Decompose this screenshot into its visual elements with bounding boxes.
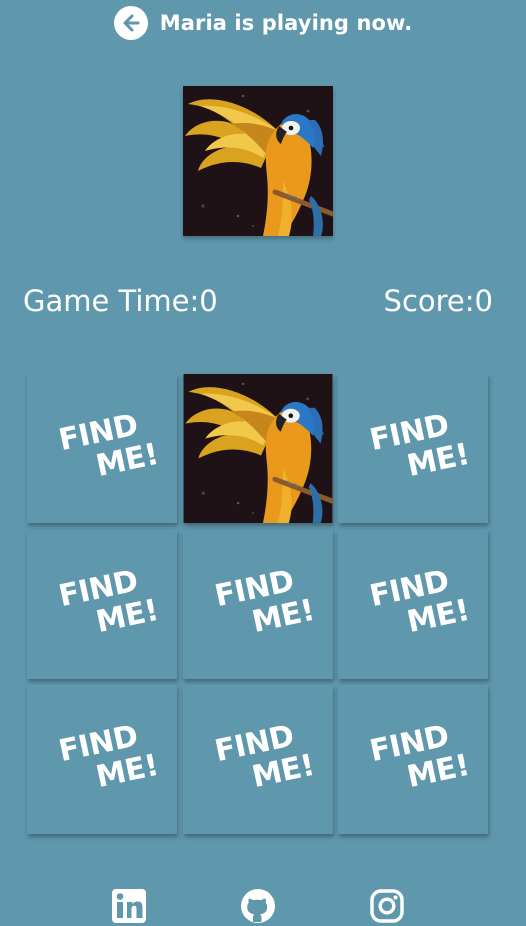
github-icon[interactable] bbox=[240, 888, 276, 924]
target-image bbox=[183, 86, 333, 236]
arrow-left-circle-icon bbox=[123, 14, 140, 32]
card[interactable]: FIND ME! bbox=[338, 374, 488, 523]
header-title: Maria is playing now. bbox=[159, 11, 413, 35]
game-time: Game Time:0 bbox=[23, 284, 218, 318]
card[interactable]: FIND ME! bbox=[27, 374, 177, 523]
card[interactable]: FIND ME! bbox=[183, 530, 333, 679]
parrot-image bbox=[183, 374, 333, 523]
find-me-label: FIND ME! bbox=[366, 406, 473, 484]
card[interactable]: FIND ME! bbox=[338, 530, 488, 679]
find-me-label: FIND ME! bbox=[366, 562, 473, 640]
footer bbox=[0, 882, 526, 926]
find-me-label: FIND ME! bbox=[55, 562, 162, 640]
find-me-label: FIND ME! bbox=[211, 562, 318, 640]
card[interactable]: FIND ME! bbox=[183, 685, 333, 834]
find-me-label: FIND ME! bbox=[55, 717, 162, 795]
header: Maria is playing now. bbox=[0, 0, 526, 46]
score-value: 0 bbox=[474, 284, 493, 318]
card[interactable]: FIND ME! bbox=[27, 530, 177, 679]
find-me-label: FIND ME! bbox=[55, 406, 162, 484]
score-label: Score: bbox=[383, 284, 475, 318]
find-me-label: FIND ME! bbox=[366, 717, 473, 795]
card-revealed[interactable] bbox=[183, 374, 333, 523]
linkedin-icon[interactable] bbox=[111, 888, 147, 924]
score: Score:0 bbox=[384, 284, 493, 318]
back-button[interactable] bbox=[113, 6, 148, 40]
instagram-icon[interactable] bbox=[369, 888, 405, 924]
game-time-value: 0 bbox=[199, 284, 218, 318]
find-me-label: FIND ME! bbox=[211, 717, 318, 795]
card[interactable]: FIND ME! bbox=[27, 685, 177, 834]
card[interactable]: FIND ME! bbox=[338, 685, 488, 834]
parrot-image bbox=[183, 86, 333, 236]
game-time-label: Game Time: bbox=[23, 284, 200, 318]
card-grid: FIND ME! FIND ME! FIND ME! FIND ME! FIND ME! … bbox=[27, 374, 489, 834]
